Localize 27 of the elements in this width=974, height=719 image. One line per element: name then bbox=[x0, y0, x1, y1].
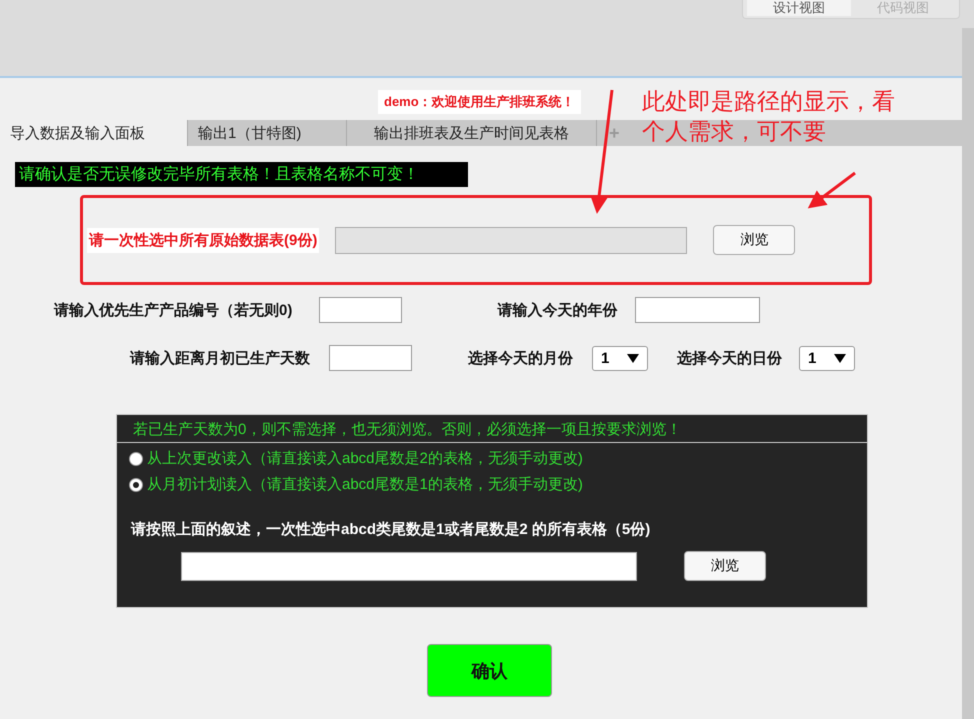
produced-days-input[interactable] bbox=[329, 345, 412, 371]
priority-product-input[interactable] bbox=[319, 297, 402, 323]
instruction-text: 请按照上面的叙述，一次性选中abcd类尾数是1或者尾数是2 的所有表格（5份) bbox=[130, 520, 652, 539]
warning-text: 请确认是否无误修改完毕所有表格！且表格名称不可变！ bbox=[15, 162, 468, 187]
annotation-text: 此处即是路径的显示，看个人需求，可不要 bbox=[642, 87, 896, 146]
radio-option[interactable]: 从月初计划读入（请直接读入abcd尾数是1的表格，无须手动更改) bbox=[129, 475, 867, 494]
field-label: 请输入距离月初已生产天数 bbox=[130, 348, 310, 368]
day-dropdown[interactable]: 1 bbox=[799, 346, 855, 370]
tab[interactable]: 导入数据及输入面板 bbox=[0, 120, 188, 146]
field-label: 选择今天的月份 bbox=[468, 348, 573, 368]
radio-option[interactable]: 从上次更改读入（请直接读入abcd尾数是2的表格，无须手动更改) bbox=[129, 449, 867, 468]
radio-button[interactable] bbox=[129, 452, 143, 466]
welcome-banner: demo：欢迎使用生产排班系统！ bbox=[378, 90, 581, 114]
month-dropdown[interactable]: 1 bbox=[592, 346, 648, 370]
field-label: 请输入今天的年份 bbox=[497, 300, 618, 320]
file-path-field[interactable] bbox=[181, 552, 637, 580]
field-label: 选择今天的日份 bbox=[677, 348, 782, 368]
field-label: 请输入优先生产产品编号（若无则0) bbox=[54, 300, 292, 320]
year-input[interactable] bbox=[635, 297, 760, 323]
radio-button[interactable] bbox=[129, 478, 143, 492]
scrollbar[interactable] bbox=[962, 28, 974, 719]
browse-button[interactable]: 浏览 bbox=[684, 551, 766, 581]
confirm-button[interactable]: 确认 bbox=[427, 644, 552, 697]
source-files-label: 请一次性选中所有原始数据表(9份) bbox=[87, 228, 320, 252]
browse-button[interactable]: 浏览 bbox=[713, 225, 796, 255]
view-tab[interactable]: 设计视图 bbox=[747, 0, 851, 16]
read-mode-note: 若已生产天数为0，则不需选择，也无须浏览。否则，必须选择一项且按要求浏览！ bbox=[117, 415, 867, 443]
